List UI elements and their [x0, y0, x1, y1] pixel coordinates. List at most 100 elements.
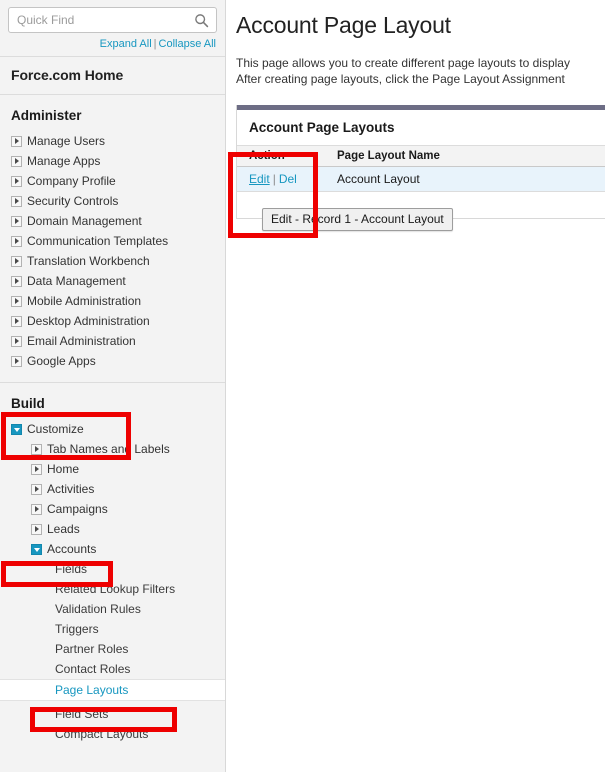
sidebar-item-label: Manage Users: [27, 134, 106, 148]
sidebar-item-label: Tab Names and Labels: [47, 442, 170, 456]
panel-body: Account Page Layouts Action Page Layout …: [236, 110, 605, 219]
sidebar-item-label: Communication Templates: [27, 234, 169, 248]
chevron-right-icon[interactable]: [11, 255, 22, 267]
chevron-right-icon[interactable]: [31, 483, 42, 495]
account-page-layouts-panel: Account Page Layouts Action Page Layout …: [236, 105, 605, 219]
chevron-right-icon[interactable]: [11, 295, 22, 307]
table-body: Edit | Del Account Layout: [237, 166, 605, 192]
sidebar-item-customize[interactable]: Customize: [0, 419, 225, 439]
chevron-right-icon[interactable]: [31, 463, 42, 475]
sidebar-item-partner-roles[interactable]: Partner Roles: [0, 639, 225, 659]
sidebar-item-activities[interactable]: Activities: [0, 479, 225, 499]
chevron-right-icon[interactable]: [11, 315, 22, 327]
sidebar-item-validation-rules[interactable]: Validation Rules: [0, 599, 225, 619]
chevron-right-icon[interactable]: [11, 175, 22, 187]
sidebar-item-fields[interactable]: Fields: [0, 559, 225, 579]
page-description-line-1: This page allows you to create different…: [236, 56, 570, 70]
sidebar-item-label: Accounts: [47, 542, 97, 556]
chevron-right-icon[interactable]: [31, 443, 42, 455]
sidebar-item-label: Data Management: [27, 274, 126, 288]
page-title: Account Page Layout: [236, 12, 451, 38]
chevron-right-icon[interactable]: [11, 155, 22, 167]
sidebar-item-accounts[interactable]: Accounts: [0, 539, 225, 559]
search-icon[interactable]: [192, 11, 210, 29]
chevron-right-icon[interactable]: [11, 335, 22, 347]
sidebar-item-triggers[interactable]: Triggers: [0, 619, 225, 639]
panel-title: Account Page Layouts: [249, 120, 395, 135]
sidebar-item-label: Compact Layouts: [55, 727, 149, 741]
column-header-action: Action: [237, 145, 325, 167]
chevron-right-icon[interactable]: [11, 215, 22, 227]
sidebar-item-home[interactable]: Home: [0, 459, 225, 479]
delete-link[interactable]: Del: [279, 172, 297, 186]
sidebar-item-communication-templates[interactable]: Communication Templates: [0, 231, 225, 251]
page-description-line-2: After creating page layouts, click the P…: [236, 72, 565, 86]
sidebar-item-domain-management[interactable]: Domain Management: [0, 211, 225, 231]
sidebar-section-administer: Administer: [11, 108, 82, 123]
sidebar-item-label: Field Sets: [55, 707, 109, 721]
chevron-down-icon[interactable]: [11, 423, 22, 435]
chevron-right-icon[interactable]: [11, 355, 22, 367]
sidebar-item-label: Partner Roles: [55, 642, 129, 656]
sidebar-item-contact-roles[interactable]: Contact Roles: [0, 659, 225, 679]
sidebar-item-data-management[interactable]: Data Management: [0, 271, 225, 291]
sidebar-item-label: Google Apps: [27, 354, 96, 368]
chevron-right-icon[interactable]: [11, 235, 22, 247]
sidebar-item-manage-users[interactable]: Manage Users: [0, 131, 225, 151]
sidebar-item-google-apps[interactable]: Google Apps: [0, 351, 225, 371]
sidebar-item-page-layouts[interactable]: Page Layouts: [0, 679, 225, 701]
sidebar-item-label: Security Controls: [27, 194, 119, 208]
action-separator: |: [272, 172, 276, 186]
sidebar-item-security-controls[interactable]: Security Controls: [0, 191, 225, 211]
sidebar-item-company-profile[interactable]: Company Profile: [0, 171, 225, 191]
table-header: Action Page Layout Name: [237, 145, 605, 167]
chevron-down-icon[interactable]: [31, 543, 42, 555]
chevron-right-icon[interactable]: [11, 275, 22, 287]
sidebar-item-email-administration[interactable]: Email Administration: [0, 331, 225, 351]
sidebar-item-field-sets[interactable]: Field Sets: [0, 704, 225, 724]
quick-find-box[interactable]: [8, 7, 217, 33]
sidebar-item-tab-names-and-labels[interactable]: Tab Names and Labels: [0, 439, 225, 459]
setup-sidebar: Expand All|Collapse All Force.com Home A…: [0, 0, 226, 772]
main-content: Account Page Layout This page allows you…: [227, 0, 605, 772]
sidebar-item-label: Fields: [55, 562, 88, 576]
chevron-right-icon[interactable]: [11, 135, 22, 147]
expand-all-link[interactable]: Expand All: [100, 38, 152, 50]
sidebar-item-desktop-administration[interactable]: Desktop Administration: [0, 311, 225, 331]
sidebar-item-mobile-administration[interactable]: Mobile Administration: [0, 291, 225, 311]
sidebar-section-build: Build: [11, 396, 45, 411]
sidebar-item-label: Desktop Administration: [27, 314, 150, 328]
chevron-right-icon[interactable]: [11, 195, 22, 207]
sidebar-item-campaigns[interactable]: Campaigns: [0, 499, 225, 519]
sidebar-item-leads[interactable]: Leads: [0, 519, 225, 539]
sidebar-item-translation-workbench[interactable]: Translation Workbench: [0, 251, 225, 271]
sidebar-item-label: Customize: [27, 422, 84, 436]
expand-collapse-separator: |: [153, 38, 157, 50]
edit-link[interactable]: Edit: [249, 172, 270, 186]
quick-find-container: [0, 0, 225, 33]
table-row: Edit | Del Account Layout: [237, 166, 605, 192]
sidebar-item-label: Domain Management: [27, 214, 142, 228]
sidebar-item-compact-layouts[interactable]: Compact Layouts: [0, 724, 225, 744]
sidebar-item-manage-apps[interactable]: Manage Apps: [0, 151, 225, 171]
search-input[interactable]: [9, 9, 216, 31]
page-layouts-table: Action Page Layout Name Edit | Del Account…: [237, 145, 605, 192]
table-header-row: Action Page Layout Name: [237, 145, 605, 167]
sidebar-item-label: Mobile Administration: [27, 294, 142, 308]
edit-link-tooltip: Edit - Record 1 - Account Layout: [262, 208, 453, 231]
chevron-right-icon[interactable]: [31, 523, 42, 535]
row-page-layout-name-cell: Account Layout: [325, 166, 605, 192]
sidebar-item-label: Manage Apps: [27, 154, 101, 168]
collapse-all-link[interactable]: Collapse All: [159, 38, 216, 50]
sidebar-item-label: Campaigns: [47, 502, 108, 516]
expand-collapse-row: Expand All | Collapse All: [0, 33, 225, 56]
chevron-right-icon[interactable]: [31, 503, 42, 515]
sidebar-item-label: Leads: [47, 522, 80, 536]
sidebar-item-label: Home: [47, 462, 80, 476]
force-com-home-link[interactable]: Force.com Home: [0, 57, 225, 94]
sidebar-item-related-lookup-filters[interactable]: Related Lookup Filters: [0, 579, 225, 599]
sidebar-item-label: Triggers: [55, 622, 99, 636]
sidebar-item-label: Related Lookup Filters: [55, 582, 176, 596]
screenshot-root: Expand All|Collapse All Force.com Home A…: [0, 0, 605, 772]
sidebar-item-label: Page Layouts: [55, 683, 129, 697]
